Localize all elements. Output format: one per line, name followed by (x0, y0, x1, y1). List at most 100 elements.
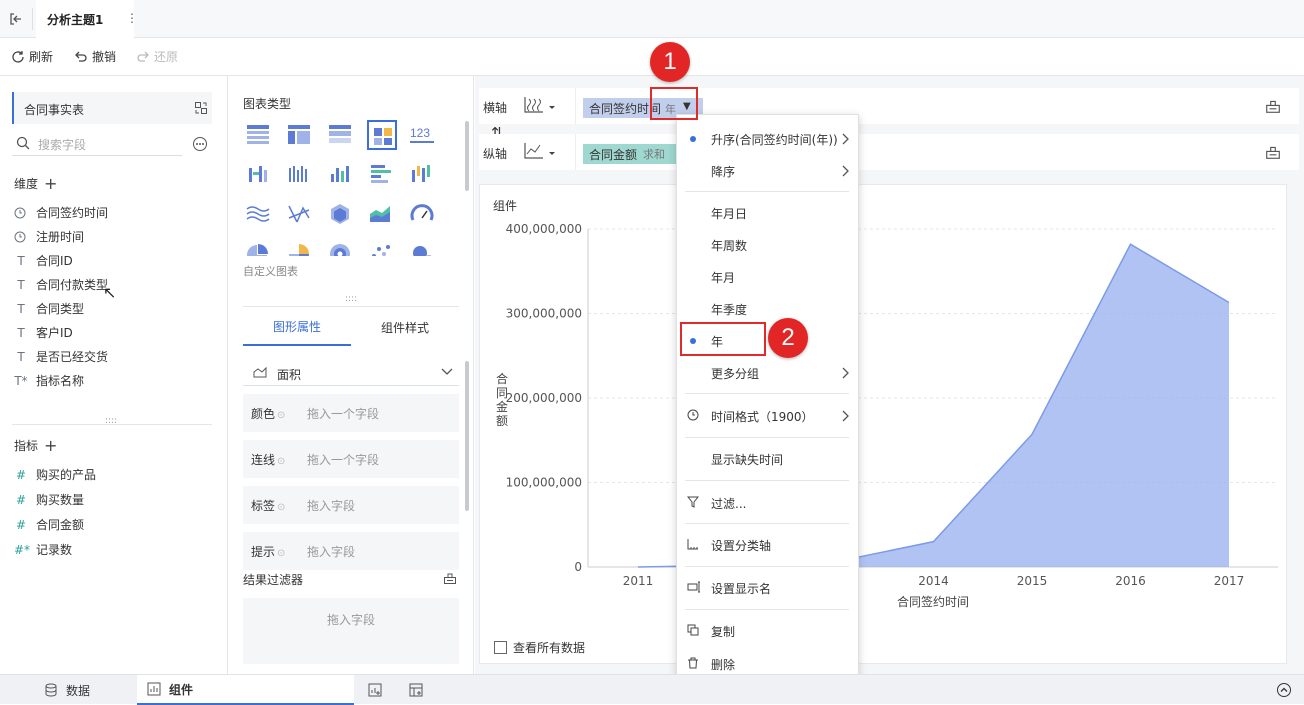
x-axis-clear-icon[interactable] (1265, 98, 1281, 114)
tab-shape-props[interactable]: 图形属性 (243, 308, 351, 346)
refresh-button[interactable]: 刷新 (11, 48, 53, 65)
x-tick-label: 2015 (1017, 574, 1048, 588)
detail-table-icon[interactable] (326, 120, 356, 150)
y-tick-label: 300,000,000 (506, 307, 582, 321)
add-widget-icon[interactable] (368, 683, 382, 697)
redo-button[interactable]: 还原 (136, 48, 178, 65)
measure-item[interactable]: # 购买的产品 (14, 466, 96, 483)
menu-item[interactable]: 显示缺失时间 (677, 443, 858, 475)
topic-title: 分析主题1 (47, 13, 104, 27)
grouped-bar-icon[interactable] (285, 160, 315, 190)
search-box[interactable]: 搜索字段 (12, 132, 182, 156)
property-row[interactable]: 颜色 ⊙ 拖入一个字段 (243, 394, 459, 432)
props-scrollbar[interactable] (465, 361, 469, 511)
table-selector[interactable]: 合同事实表 (12, 92, 212, 124)
dimension-item[interactable]: T 合同类型 (14, 300, 84, 317)
add-measure-icon[interactable]: + (44, 436, 57, 455)
tab-widget[interactable]: 组件 (137, 675, 354, 705)
chart-type-scrollbar[interactable] (465, 121, 469, 191)
property-drop-hint: 拖入字段 (307, 498, 356, 513)
add-dimension-icon[interactable]: + (44, 174, 57, 193)
menu-item[interactable]: 年周数 (677, 229, 858, 261)
measures-header: 指标 + (14, 436, 57, 455)
x-axis-title: 合同签约时间 (897, 594, 969, 609)
dimension-item[interactable]: T 客户ID (14, 324, 72, 341)
wave-chart-icon[interactable] (244, 200, 274, 230)
stacked-bar-icon[interactable] (408, 160, 438, 190)
undo-button[interactable]: 撤销 (74, 48, 116, 65)
view-all-data-checkbox[interactable]: 查看所有数据 (494, 639, 585, 656)
filter-drop-zone[interactable]: 拖入字段 (243, 598, 459, 664)
measure-item[interactable]: #* 记录数 (14, 541, 72, 558)
menu-item[interactable]: 设置分类轴 (677, 529, 858, 561)
filter-drop-hint: 拖入字段 (327, 613, 376, 627)
property-row[interactable]: 连线 ⊙ 拖入一个字段 (243, 440, 459, 478)
column-chart-icon[interactable] (326, 160, 356, 190)
dimension-item[interactable]: 注册时间 (14, 228, 84, 245)
pie-chart-icon[interactable] (244, 240, 274, 270)
selected-dot-icon (690, 136, 696, 142)
y-axis-type-icon[interactable] (523, 142, 557, 160)
menu-item-label: 显示缺失时间 (711, 452, 784, 467)
y-field-pill[interactable]: 合同金额 求和 (583, 144, 683, 164)
sunburst-chart-icon[interactable] (326, 240, 356, 270)
bar-chart-icon[interactable] (367, 160, 397, 190)
dimension-item[interactable]: 合同签约时间 (14, 204, 108, 221)
info-icon: ⊙ (277, 409, 286, 421)
more-options-icon[interactable] (192, 136, 208, 152)
x-axis-type-icon[interactable] (523, 96, 557, 114)
treemap-chart-icon[interactable] (367, 120, 397, 150)
property-row[interactable]: 标签 ⊙ 拖入字段 (243, 486, 459, 524)
menu-item[interactable]: 年月 (677, 261, 858, 293)
dimension-item[interactable]: T 合同付款类型 (14, 276, 108, 293)
number-field-icon: # (15, 467, 27, 482)
collapse-up-icon[interactable] (1276, 682, 1292, 698)
gauge-chart-icon[interactable] (408, 200, 438, 230)
tab-widget-style[interactable]: 组件样式 (351, 308, 459, 346)
dimension-item[interactable]: T 合同ID (14, 252, 72, 269)
menu-item[interactable]: 时间格式（1900） (677, 400, 858, 432)
menu-item[interactable]: 更多分组 (677, 357, 858, 389)
table-chart-icon[interactable] (244, 120, 274, 150)
kpi-chart-icon[interactable]: 123 (408, 120, 438, 150)
menu-separator (685, 566, 849, 567)
topic-more-icon[interactable]: ⋮ (126, 11, 138, 25)
property-drop-hint: 拖入字段 (307, 544, 356, 559)
measure-item[interactable]: # 合同金额 (14, 516, 84, 533)
area-chart-icon[interactable] (367, 200, 397, 230)
shape-select[interactable]: 面积 (243, 360, 459, 386)
menu-item[interactable]: 复制 (677, 615, 858, 647)
dimension-item[interactable]: T 是否已经交货 (14, 348, 108, 365)
menu-item[interactable]: 年月日 (677, 197, 858, 229)
property-row[interactable]: 提示 ⊙ 拖入字段 (243, 532, 459, 570)
menu-item-label: 升序(合同签约时间(年)) (711, 132, 838, 147)
divider (243, 306, 459, 307)
menu-item[interactable]: 设置显示名 (677, 572, 858, 604)
tab-widget-label: 组件 (169, 682, 194, 697)
menu-item[interactable]: 降序 (677, 155, 858, 187)
scatter-chart-icon[interactable] (367, 240, 397, 270)
chart-config-pane: 图表类型 自定义图表 :::: 图形属性 组件样式 面积 结果过滤器 拖入字段 … (229, 76, 474, 674)
boxplot-chart-icon[interactable] (244, 160, 274, 190)
y-axis-clear-icon[interactable] (1265, 144, 1281, 160)
dimension-item[interactable]: T* 指标名称 (14, 372, 84, 389)
radar-chart-icon[interactable] (326, 200, 356, 230)
filter-clear-icon[interactable] (443, 571, 457, 585)
bubble-chart-icon[interactable] (408, 240, 438, 270)
measure-item[interactable]: # 购买数量 (14, 491, 84, 508)
rose-chart-icon[interactable] (285, 240, 315, 270)
parallel-chart-icon[interactable] (285, 200, 315, 230)
menu-item[interactable]: 升序(合同签约时间(年)) (677, 123, 858, 155)
menu-item[interactable]: 年季度 (677, 293, 858, 325)
splitter-handle[interactable]: :::: (345, 294, 357, 304)
search-input[interactable]: 搜索字段 (38, 136, 86, 153)
tab-data[interactable]: 数据 (30, 675, 136, 705)
crosstab-chart-icon[interactable] (285, 120, 315, 150)
property-key: 标签 ⊙ (243, 497, 307, 514)
menu-item-label: 复制 (711, 624, 736, 639)
switch-table-icon[interactable] (194, 101, 208, 115)
property-key: 提示 ⊙ (243, 543, 307, 560)
exit-icon[interactable] (8, 11, 24, 27)
add-dashboard-icon[interactable] (409, 683, 423, 697)
menu-item[interactable]: 过滤... (677, 487, 858, 519)
